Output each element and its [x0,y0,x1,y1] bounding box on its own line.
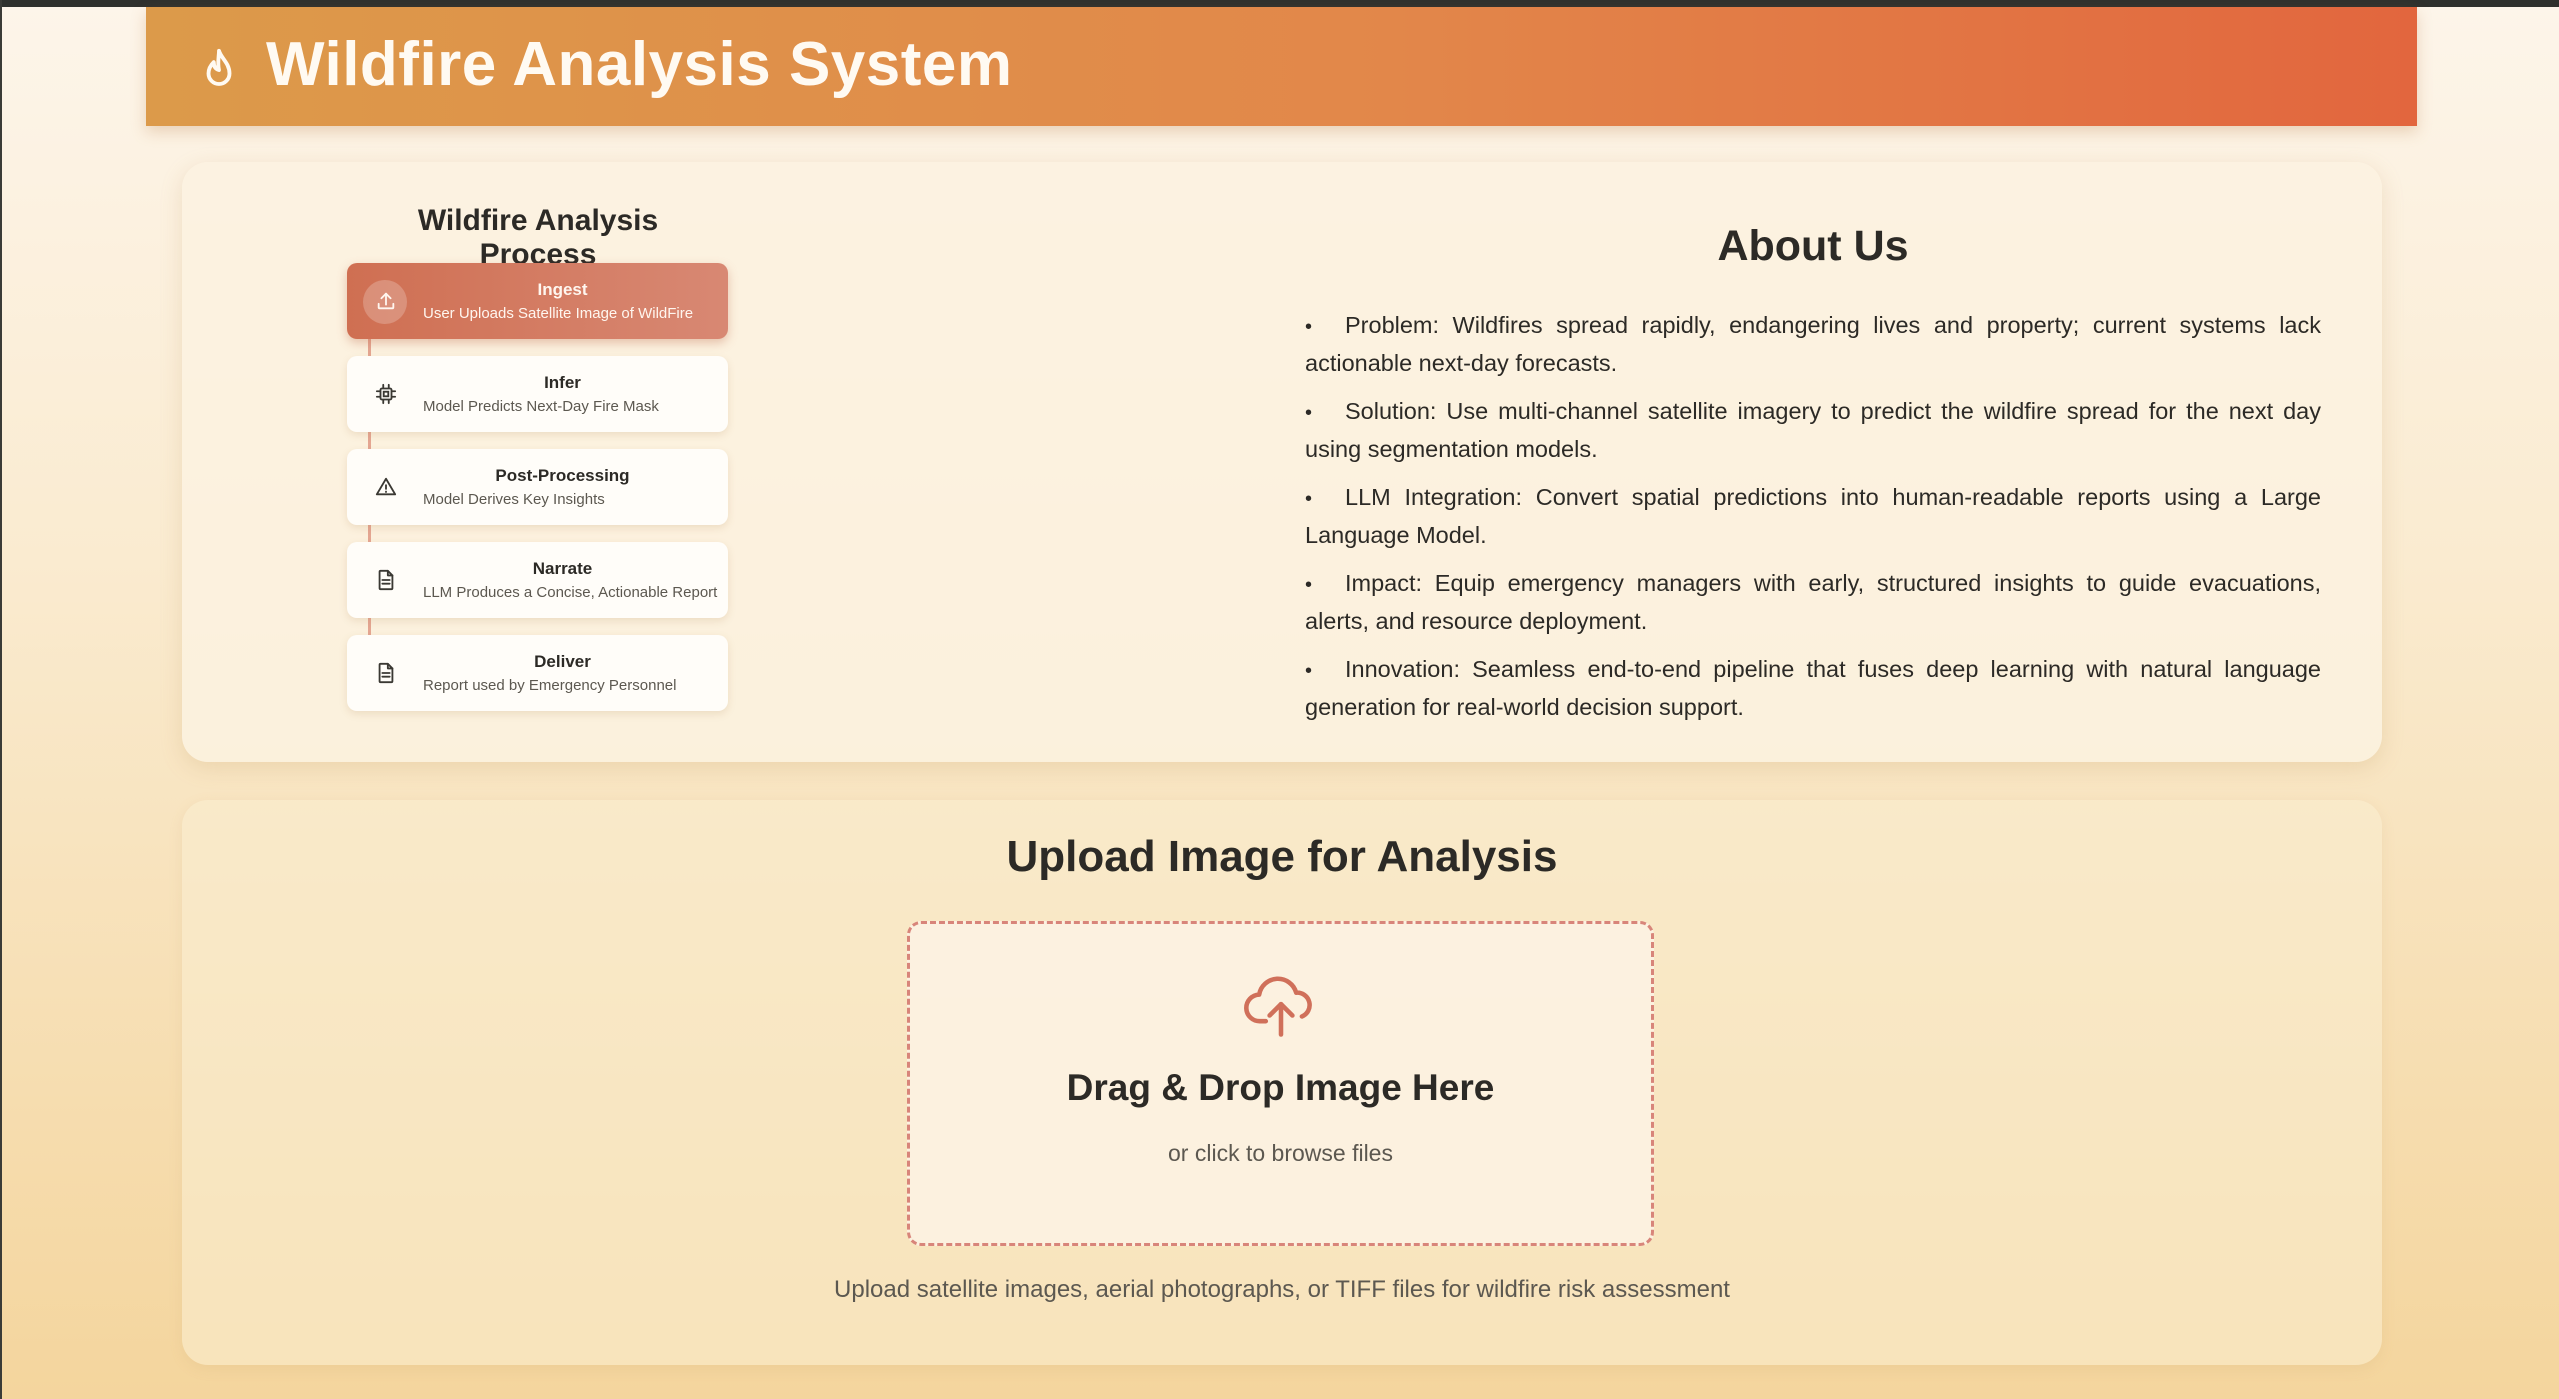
step-subtitle: User Uploads Satellite Image of WildFire [423,305,694,322]
bullet-icon: • [1305,660,1313,682]
about-item: • Problem: Wildfires spread rapidly, enda… [1305,307,2321,381]
document-icon [378,662,394,684]
bullet-icon: • [1305,574,1313,596]
chip-icon [375,383,397,405]
about-item-text: Impact: Equip emergency managers with ea… [1305,570,2321,634]
step-subtitle: Model Predicts Next-Day Fire Mask [423,398,659,415]
upload-icon [377,292,395,310]
browse-files-link[interactable]: or click to browse files [907,1140,1654,1167]
window-top-bar [0,0,2559,7]
upload-title: Upload Image for Analysis [1006,832,1558,881]
about-item-text: Innovation: Seamless end-to-end pipeline… [1305,656,2321,720]
document-icon [378,569,394,591]
about-list: • Problem: Wildfires spread rapidly, enda… [1305,307,2321,737]
flame-icon [206,48,232,86]
step-title: Ingest [537,280,588,299]
process-title: Wildfire Analysis Process [417,204,659,271]
bullet-icon: • [1305,402,1313,424]
step-title: Post-Processing [495,466,630,485]
dropzone-title: Drag & Drop Image Here [1066,1067,1495,1108]
warning-icon [375,477,397,496]
about-item-text: LLM Integration: Convert spatial predict… [1305,484,2321,548]
step-title: Narrate [532,559,593,578]
process-step-post-processing[interactable]: Post-Processing Model Derives Key Insigh… [347,449,728,525]
window-left-edge [0,0,2,1399]
process-step-deliver[interactable]: Deliver Report used by Emergency Personn… [347,635,728,711]
bullet-icon: • [1305,488,1313,510]
step-title: Deliver [534,652,591,671]
about-item-text: Problem: Wildfires spread rapidly, endan… [1305,312,2321,376]
about-title: About Us [1717,222,1909,270]
process-step-ingest[interactable]: Ingest User Uploads Satellite Image of W… [347,263,728,339]
app-title: Wildfire Analysis System [266,30,1013,99]
about-item-text: Solution: Use multi-channel satellite im… [1305,398,2321,462]
process-step-narrate[interactable]: Narrate LLM Produces a Concise, Actionab… [347,542,728,618]
step-subtitle: Report used by Emergency Personnel [423,677,677,694]
step-subtitle: Model Derives Key Insights [423,491,605,508]
step-subtitle: LLM Produces a Concise, Actionable Repor… [423,584,718,601]
step-title: Infer [544,373,581,392]
process-step-infer[interactable]: Infer Model Predicts Next-Day Fire Mask [347,356,728,432]
about-item: • Innovation: Seamless end-to-end pipelin… [1305,651,2321,725]
about-item: • Impact: Equip emergency managers with e… [1305,565,2321,639]
about-item: • Solution: Use multi-channel satellite i… [1305,393,2321,467]
upload-hint: Upload satellite images, aerial photogra… [834,1276,1730,1303]
about-item: • LLM Integration: Convert spatial predic… [1305,479,2321,553]
app-header: Wildfire Analysis System [146,7,2417,126]
cloud-upload-icon [1244,976,1312,1037]
bullet-icon: • [1305,316,1313,338]
